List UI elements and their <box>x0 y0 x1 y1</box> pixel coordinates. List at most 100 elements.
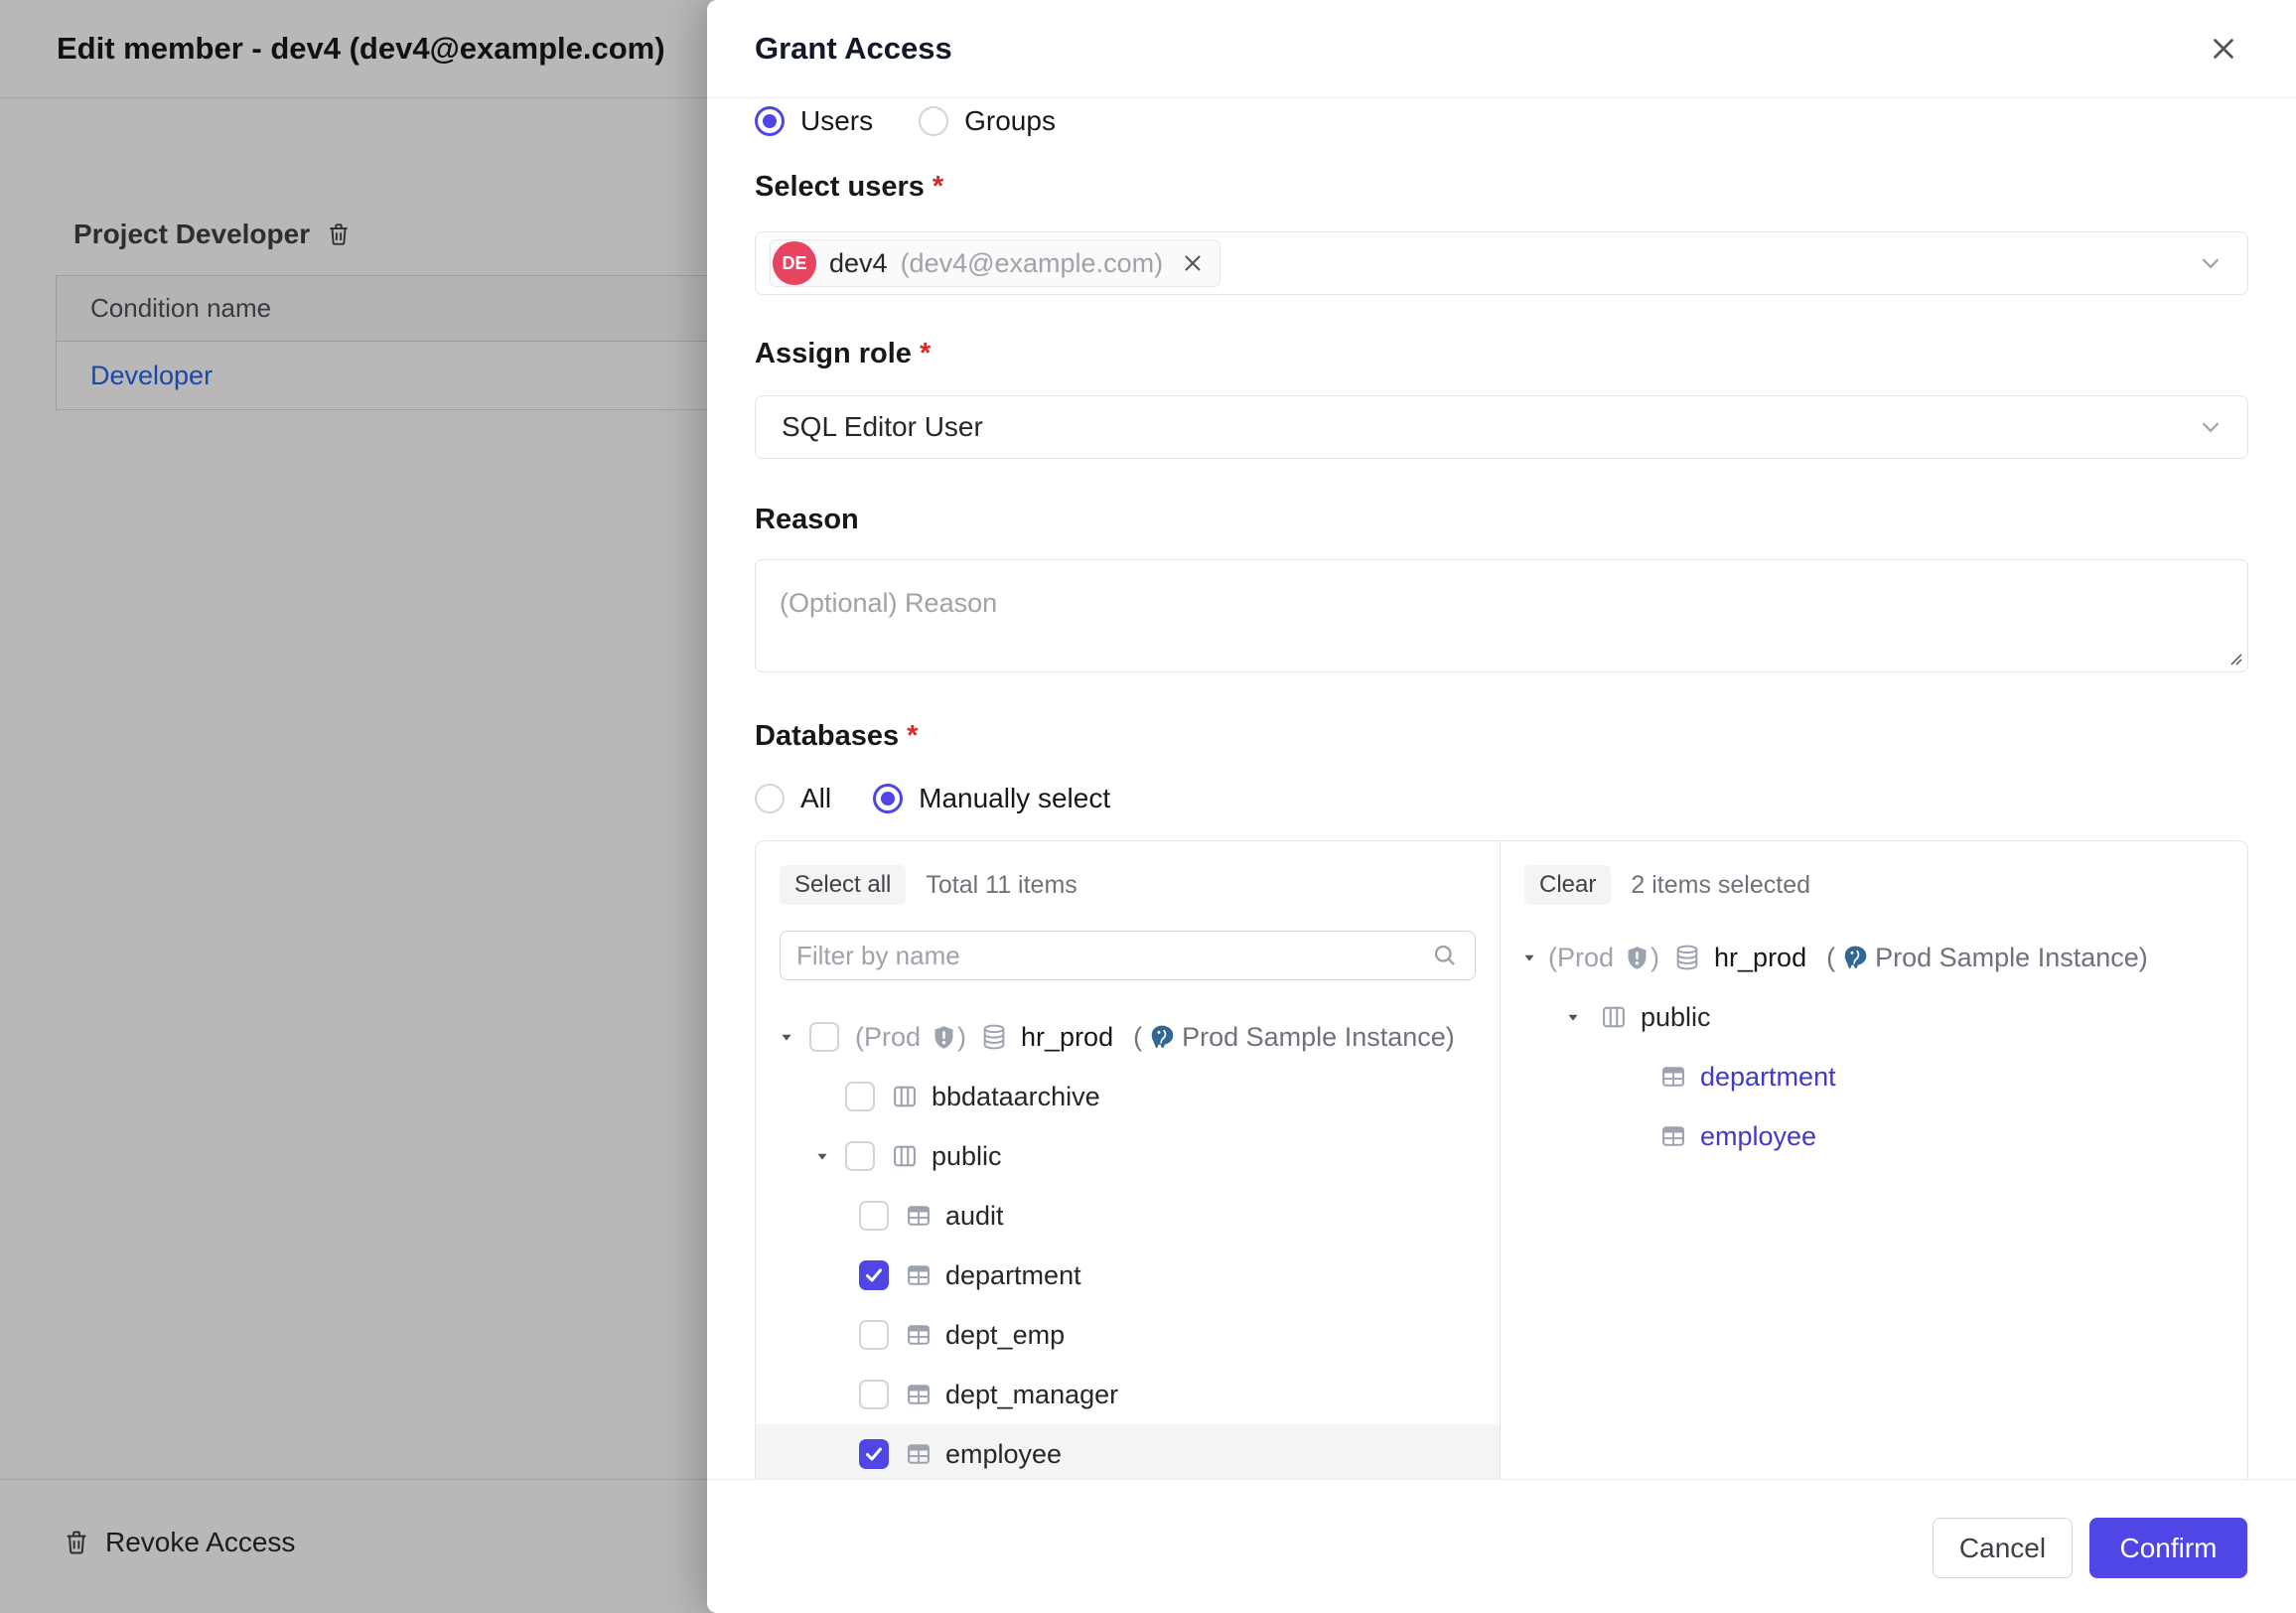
database-name: hr_prod <box>1714 943 1806 973</box>
source-tree: (Prod ) hr_prod ( Prod Sample Instance) … <box>756 1007 1500 1479</box>
caret-down-icon[interactable] <box>776 1026 797 1048</box>
select-users-label: Select users* <box>755 171 943 204</box>
user-chip-email: (dev4@example.com) <box>901 248 1164 279</box>
radio-manual-control[interactable] <box>873 784 903 813</box>
checkbox-dept_manager[interactable] <box>859 1380 889 1409</box>
table-icon <box>1659 1122 1687 1150</box>
table-name: dept_emp <box>945 1320 1065 1351</box>
confirm-button[interactable]: Confirm <box>2089 1518 2247 1578</box>
filter-input-wrapper <box>780 931 1476 980</box>
tree-row-table-audit[interactable]: audit <box>756 1186 1500 1246</box>
tree-row-table-employee[interactable]: employee <box>756 1424 1500 1479</box>
checkbox-bbdataarchive[interactable] <box>845 1082 875 1111</box>
close-icon[interactable] <box>2201 26 2246 72</box>
checkbox-employee[interactable] <box>859 1439 889 1469</box>
reason-textarea[interactable] <box>755 559 2248 672</box>
prod-shield-icon <box>1624 945 1650 971</box>
database-name: hr_prod <box>1021 1022 1113 1053</box>
radio-users-control[interactable] <box>755 106 785 136</box>
schema-icon <box>891 1142 919 1170</box>
table-name: employee <box>945 1439 1062 1470</box>
radio-all-databases[interactable]: All <box>755 783 831 814</box>
required-mark: * <box>907 720 918 752</box>
selected-tree: (Prod ) hr_prod ( Prod Sample Instance) … <box>1501 928 2247 1166</box>
selected-table-link[interactable]: department <box>1700 1062 1836 1093</box>
selected-row-schema-public[interactable]: public <box>1501 987 2247 1047</box>
caret-down-icon[interactable] <box>811 1145 833 1167</box>
chevron-down-icon <box>2196 412 2225 442</box>
radio-users[interactable]: Users <box>755 105 873 137</box>
selected-table-link[interactable]: employee <box>1700 1121 1816 1152</box>
chevron-down-icon <box>2196 248 2225 278</box>
radio-groups-control[interactable] <box>919 106 948 136</box>
assign-role-label: Assign role* <box>755 338 931 370</box>
databases-label: Databases* <box>755 720 918 753</box>
radio-groups[interactable]: Groups <box>919 105 1056 137</box>
tree-row-table-dept_manager[interactable]: dept_manager <box>756 1365 1500 1424</box>
prod-shield-icon <box>931 1024 957 1051</box>
instance-name: Prod Sample Instance) <box>1182 1022 1455 1053</box>
search-icon <box>1431 942 1459 969</box>
selected-row-table-employee[interactable]: employee <box>1501 1106 2247 1166</box>
radio-manually-select[interactable]: Manually select <box>873 783 1110 814</box>
schema-name: bbdataarchive <box>932 1082 1100 1112</box>
radio-manual-label: Manually select <box>919 783 1110 814</box>
assign-role-select[interactable]: SQL Editor User <box>755 395 2248 459</box>
caret-down-icon[interactable] <box>1518 947 1540 968</box>
tree-row-database-hr_prod[interactable]: (Prod ) hr_prod ( Prod Sample Instance) <box>756 1007 1500 1067</box>
clear-button[interactable]: Clear <box>1524 865 1611 905</box>
user-chip: DE dev4 (dev4@example.com) <box>770 239 1220 287</box>
selected-count-label: 2 items selected <box>1631 871 1810 900</box>
checkbox-department[interactable] <box>859 1260 889 1290</box>
user-chip-name: dev4 <box>829 248 888 279</box>
grant-access-modal: Grant Access Users Groups Select users* … <box>707 0 2296 1613</box>
caret-down-icon[interactable] <box>1562 1006 1584 1028</box>
source-panel-header: Select all Total 11 items <box>756 841 1500 905</box>
selected-row-table-department[interactable]: department <box>1501 1047 2247 1106</box>
tree-row-table-department[interactable]: department <box>756 1246 1500 1305</box>
database-source-panel: Select all Total 11 items (Prod ) <box>756 841 1501 1479</box>
radio-groups-label: Groups <box>964 105 1056 137</box>
selected-panel-header: Clear 2 items selected <box>1501 841 2247 905</box>
cancel-button[interactable]: Cancel <box>1933 1518 2073 1578</box>
database-icon <box>1673 944 1701 971</box>
modal-footer-divider <box>707 1479 2296 1480</box>
table-icon <box>1659 1063 1687 1091</box>
schema-name: public <box>1641 1002 1711 1033</box>
table-icon <box>905 1381 933 1408</box>
database-transfer-panel: Select all Total 11 items (Prod ) <box>755 840 2248 1479</box>
postgres-icon <box>1148 1023 1176 1051</box>
textarea-resize-handle[interactable] <box>2228 652 2244 667</box>
schema-icon <box>891 1083 919 1110</box>
table-icon <box>905 1440 933 1468</box>
remove-user-icon[interactable] <box>1180 250 1206 276</box>
tree-row-schema-public[interactable]: public <box>756 1126 1500 1186</box>
select-all-button[interactable]: Select all <box>780 865 906 905</box>
select-users-input[interactable]: DE dev4 (dev4@example.com) <box>755 231 2248 295</box>
modal-header: Grant Access <box>707 0 2296 98</box>
radio-users-label: Users <box>800 105 873 137</box>
required-mark: * <box>920 338 931 369</box>
schema-icon <box>1600 1003 1628 1031</box>
assign-role-value: SQL Editor User <box>770 411 983 443</box>
table-icon <box>905 1261 933 1289</box>
table-name: department <box>945 1260 1081 1291</box>
total-items-label: Total 11 items <box>926 871 1076 900</box>
checkbox-audit[interactable] <box>859 1201 889 1231</box>
database-selected-panel: Clear 2 items selected (Prod ) hr_prod (… <box>1501 841 2247 1479</box>
checkbox-hr_prod[interactable] <box>809 1022 839 1052</box>
tree-row-table-dept_emp[interactable]: dept_emp <box>756 1305 1500 1365</box>
filter-input[interactable] <box>796 941 1431 971</box>
checkbox-dept_emp[interactable] <box>859 1320 889 1350</box>
tree-row-schema-bbdataarchive[interactable]: bbdataarchive <box>756 1067 1500 1126</box>
selected-row-database-hr_prod[interactable]: (Prod ) hr_prod ( Prod Sample Instance) <box>1501 928 2247 987</box>
postgres-icon <box>1841 944 1869 971</box>
table-icon <box>905 1202 933 1230</box>
checkbox-public[interactable] <box>845 1141 875 1171</box>
radio-all-control[interactable] <box>755 784 785 813</box>
schema-name: public <box>932 1141 1002 1172</box>
database-mode-radio-group: All Manually select <box>755 783 1110 814</box>
modal-title: Grant Access <box>755 31 2201 67</box>
required-mark: * <box>933 171 943 203</box>
scope-radio-group: Users Groups <box>755 105 1056 137</box>
